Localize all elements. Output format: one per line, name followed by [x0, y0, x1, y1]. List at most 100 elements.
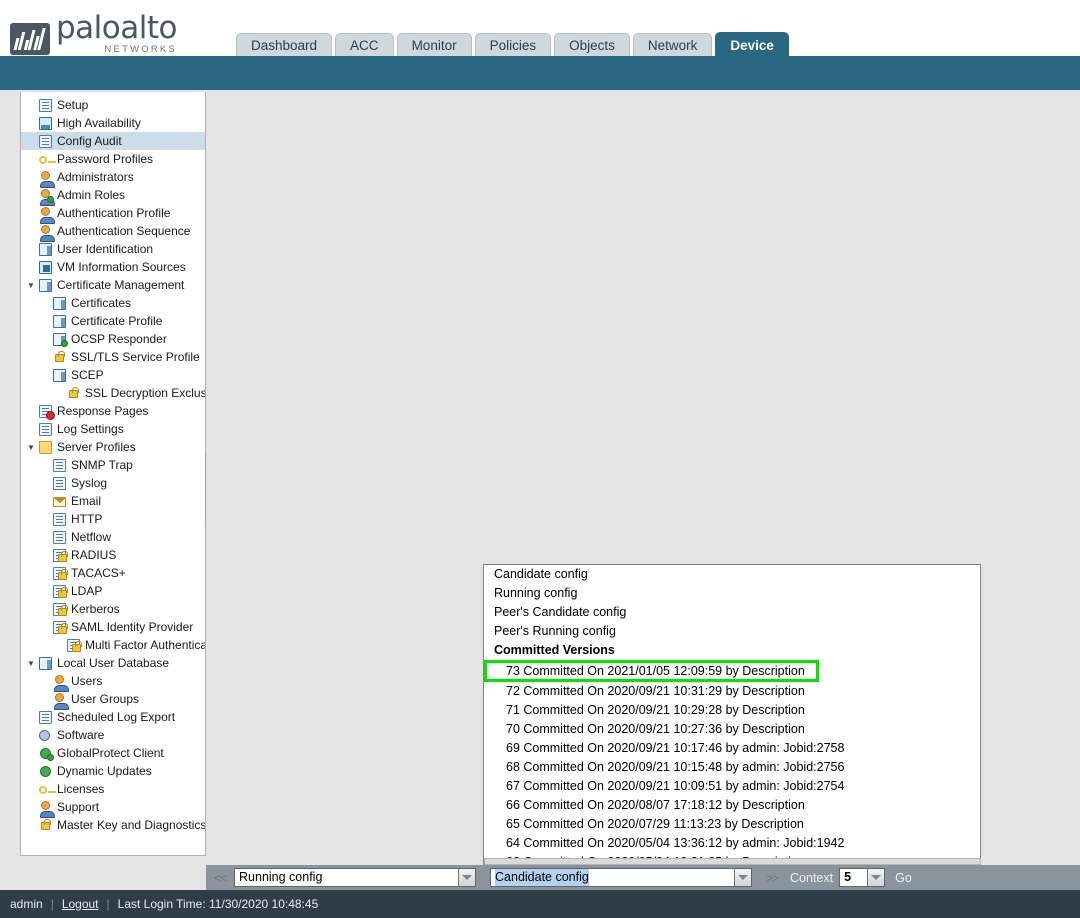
sidebar-item-snmp-trap[interactable]: SNMP Trap: [21, 456, 205, 474]
sidebar-item-label: SSL/TLS Service Profile: [71, 350, 200, 364]
config-option-row[interactable]: 65 Committed On 2020/07/29 11:13:23 by D…: [484, 815, 980, 834]
config-option-row[interactable]: 67 Committed On 2020/09/21 10:09:51 by a…: [484, 777, 980, 796]
status-badge-icon: [61, 339, 68, 347]
left-config-dropdown-arrow-icon[interactable]: [458, 869, 476, 886]
sidebar-item-saml-identity-provider[interactable]: SAML Identity Provider: [21, 618, 205, 636]
config-option-row[interactable]: Running config: [484, 584, 980, 603]
tab-network[interactable]: Network: [632, 33, 713, 58]
sidebar-item-high-availability[interactable]: High Availability: [21, 114, 205, 132]
config-option-row[interactable]: Candidate config: [484, 565, 980, 584]
config-option-row[interactable]: 66 Committed On 2020/08/07 17:18:12 by D…: [484, 796, 980, 815]
tab-objects[interactable]: Objects: [554, 33, 630, 58]
sidebar-item-label: Admin Roles: [57, 188, 126, 202]
config-option-row[interactable]: Peer's Candidate config: [484, 603, 980, 622]
config-audit-icon: [37, 134, 54, 149]
sidebar-item-password-profiles[interactable]: Password Profiles: [21, 150, 205, 168]
sidebar-item-users[interactable]: Users: [21, 672, 205, 692]
selected-config-version-row[interactable]: 73 Committed On 2021/01/05 12:09:59 by D…: [484, 660, 819, 682]
sidebar-item-software[interactable]: Software: [21, 726, 205, 744]
sidebar-item-setup[interactable]: Setup: [21, 96, 205, 114]
config-option-row[interactable]: 70 Committed On 2020/09/21 10:27:36 by D…: [484, 720, 980, 739]
context-stepper[interactable]: 5: [839, 868, 886, 887]
tab-acc[interactable]: ACC: [335, 33, 394, 58]
sidebar-item-ocsp-responder[interactable]: OCSP Responder: [21, 330, 205, 348]
sidebar-item-authentication-profile[interactable]: Authentication Profile: [21, 204, 205, 224]
logo-wordmark: paloalto: [56, 10, 177, 46]
nav-tree[interactable]: Setup High Availability Config Audit Passwo…: [21, 92, 205, 834]
sidebar-item-log-settings[interactable]: Log Settings: [21, 420, 205, 438]
logout-link[interactable]: Logout: [62, 897, 99, 911]
config-audit-toolbar[interactable]: << Running config Candidate config >> Co…: [206, 865, 1080, 890]
sidebar-item-server-profiles[interactable]: ▼ Server Profiles: [21, 438, 205, 456]
go-button[interactable]: Go: [885, 871, 912, 885]
sidebar-item-http[interactable]: HTTP: [21, 510, 205, 528]
sidebar-item-label: Syslog: [71, 476, 108, 490]
previous-arrow-button[interactable]: <<: [206, 871, 234, 885]
sidebar-item-authentication-sequence[interactable]: Authentication Sequence: [21, 222, 205, 242]
sidebar-item-master-key-and-diagnostics[interactable]: Master Key and Diagnostics: [21, 816, 205, 834]
sidebar-item-local-user-database[interactable]: ▼ Local User Database: [21, 654, 205, 672]
sidebar-item-certificates[interactable]: Certificates: [21, 294, 205, 312]
config-option-row[interactable]: 72 Committed On 2020/09/21 10:31:29 by D…: [484, 682, 980, 701]
left-config-combo[interactable]: Running config: [234, 868, 477, 887]
sidebar-item-email[interactable]: Email: [21, 492, 205, 510]
sidebar-item-dynamic-updates[interactable]: Dynamic Updates: [21, 762, 205, 780]
sidebar-item-user-groups[interactable]: User Groups: [21, 690, 205, 710]
sidebar-item-certificate-management[interactable]: ▼ Certificate Management: [21, 276, 205, 294]
sidebar-item-label: Netflow: [71, 530, 112, 544]
user-check-icon: [37, 188, 55, 206]
sidebar-item-label: Support: [57, 800, 100, 814]
server-lock-icon: [51, 584, 68, 599]
sidebar-item-radius[interactable]: RADIUS: [21, 546, 205, 564]
sidebar-item-certificate-profile[interactable]: Certificate Profile: [21, 312, 205, 330]
context-dropdown-arrow-icon[interactable]: [867, 869, 885, 886]
expand-collapse-icon[interactable]: ▼: [25, 443, 37, 452]
server-lock-icon: [51, 548, 68, 563]
sidebar-item-label: Config Audit: [57, 134, 122, 148]
sidebar-item-label: High Availability: [57, 116, 141, 130]
config-version-dropdown-list[interactable]: Candidate config Running config Peer's Can…: [483, 564, 981, 865]
sidebar-item-licenses[interactable]: Licenses: [21, 780, 205, 798]
sidebar-item-tacacs-[interactable]: TACACS+: [21, 564, 205, 582]
popup-horizontal-scrollbar[interactable]: [484, 858, 981, 865]
sidebar-item-support[interactable]: Support: [21, 798, 205, 818]
config-option-row[interactable]: 64 Committed On 2020/05/04 13:36:12 by a…: [484, 834, 980, 853]
sidebar-item-label: TACACS+: [71, 566, 126, 580]
config-option-row[interactable]: 69 Committed On 2020/09/21 10:17:46 by a…: [484, 739, 980, 758]
sidebar-item-vm-information-sources[interactable]: VM Information Sources: [21, 258, 205, 276]
config-option-row[interactable]: 68 Committed On 2020/09/21 10:15:48 by a…: [484, 758, 980, 777]
sidebar-item-ssl-tls-service-profile[interactable]: SSL/TLS Service Profile: [21, 348, 205, 366]
tab-policies[interactable]: Policies: [474, 33, 552, 58]
lock-icon: [37, 818, 54, 833]
tab-device[interactable]: Device: [715, 32, 789, 58]
sidebar-item-config-audit[interactable]: Config Audit: [21, 132, 205, 150]
sidebar-item-scheduled-log-export[interactable]: Scheduled Log Export: [21, 708, 205, 726]
sidebar-item-admin-roles[interactable]: Admin Roles: [21, 186, 205, 206]
config-option-row[interactable]: Peer's Running config: [484, 622, 980, 641]
main-tab-bar[interactable]: Dashboard ACC Monitor Policies Objects Networ…: [236, 32, 792, 58]
sidebar-item-netflow[interactable]: Netflow: [21, 528, 205, 546]
right-config-combo[interactable]: Candidate config: [490, 868, 753, 887]
sidebar-item-globalprotect-client[interactable]: GlobalProtect Client: [21, 744, 205, 762]
expand-collapse-icon[interactable]: ▼: [25, 659, 37, 668]
sidebar-item-label: Password Profiles: [57, 152, 154, 166]
sidebar-item-kerberos[interactable]: Kerberos: [21, 600, 205, 618]
tab-monitor[interactable]: Monitor: [396, 33, 472, 58]
scep-icon: [51, 368, 68, 383]
right-config-dropdown-arrow-icon[interactable]: [734, 869, 752, 886]
local-user-db-icon: [37, 656, 54, 671]
next-arrow-button[interactable]: >>: [752, 871, 786, 885]
sidebar-item-user-identification[interactable]: User Identification: [21, 240, 205, 258]
tab-dashboard[interactable]: Dashboard: [236, 33, 333, 58]
device-navigation-sidebar[interactable]: Setup High Availability Config Audit Passwo…: [20, 92, 206, 856]
sidebar-item-administrators[interactable]: Administrators: [21, 168, 205, 188]
sidebar-item-syslog[interactable]: Syslog: [21, 474, 205, 492]
sidebar-item-ldap[interactable]: LDAP: [21, 582, 205, 600]
sidebar-item-response-pages[interactable]: Response Pages: [21, 402, 205, 420]
expand-collapse-icon[interactable]: ▼: [25, 281, 37, 290]
lock-icon: [51, 350, 68, 365]
config-option-row[interactable]: 71 Committed On 2020/09/21 10:29:28 by D…: [484, 701, 980, 720]
sidebar-item-ssl-decryption-exclusion[interactable]: SSL Decryption Exclusion: [21, 384, 205, 402]
sidebar-item-multi-factor-authentication[interactable]: Multi Factor Authentication: [21, 636, 205, 654]
sidebar-item-scep[interactable]: SCEP: [21, 366, 205, 384]
